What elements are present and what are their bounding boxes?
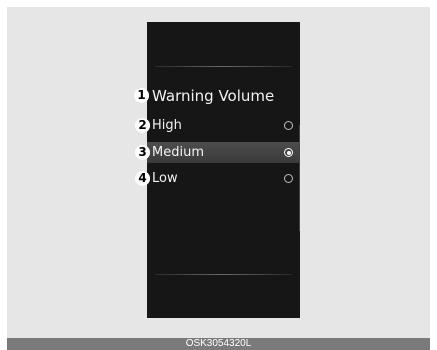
option-medium[interactable]: 3 Medium xyxy=(147,142,300,163)
callout-badge-2-overlay: 2 xyxy=(135,118,150,133)
callout-badge-3-overlay: 3 xyxy=(135,145,150,160)
callout-badge-4-overlay: 4 xyxy=(135,171,150,186)
radio-button-high[interactable] xyxy=(284,121,293,130)
option-label-high: High xyxy=(152,118,182,133)
bottom-divider xyxy=(155,274,292,275)
radio-button-medium[interactable] xyxy=(284,148,293,157)
settings-title: Warning Volume xyxy=(152,87,275,105)
caption-bar: OSK3054320L xyxy=(7,338,430,350)
cluster-display: 1 Warning Volume 2 High 3 Medium 4 Low xyxy=(147,22,300,318)
option-label-low: Low xyxy=(152,171,178,186)
option-label-medium: Medium xyxy=(152,145,204,160)
option-high[interactable]: 2 High xyxy=(147,115,300,136)
radio-button-low[interactable] xyxy=(284,174,293,183)
scrollbar[interactable] xyxy=(299,125,300,231)
top-divider xyxy=(155,66,292,67)
settings-header: 1 Warning Volume xyxy=(147,86,300,106)
figure-code: OSK3054320L xyxy=(185,338,252,349)
callout-badge-1-overlay: 1 xyxy=(134,88,149,103)
option-low[interactable]: 4 Low xyxy=(147,168,300,189)
